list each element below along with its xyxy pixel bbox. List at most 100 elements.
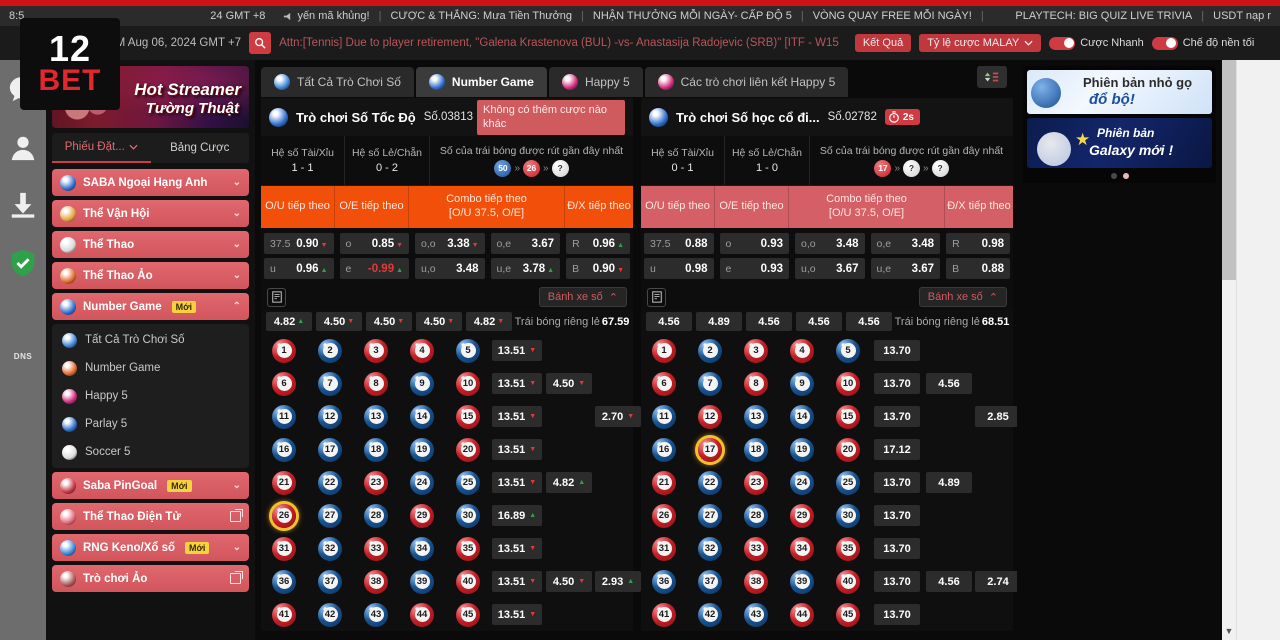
odds-cell[interactable]: o,o 3.38 ▼ (415, 233, 485, 254)
banner-galaxy-version[interactable]: ★ Phiên bản Galaxy mới ! (1027, 118, 1212, 168)
ball-cell[interactable]: 43 (733, 602, 779, 627)
ball-6[interactable]: 6 (272, 371, 296, 396)
odd-box[interactable]: 2.74 (975, 571, 1017, 592)
ball-cell[interactable]: 42 (687, 602, 733, 627)
odds-cell[interactable]: u,o 3.67 (795, 258, 865, 279)
ball-14[interactable]: 14 (410, 404, 434, 429)
ball-cell[interactable]: 45 (825, 602, 871, 627)
ball-cell[interactable]: 41 (261, 602, 307, 627)
odd-box[interactable]: 4.50 ▼ (546, 373, 592, 394)
ball-cell[interactable]: 10 (825, 371, 871, 396)
odds-type-dropdown[interactable]: Tỷ lệ cược MALAY (919, 34, 1042, 52)
ball-29[interactable]: 29 (410, 503, 434, 528)
ball-17[interactable]: 17 (698, 437, 722, 462)
row-odd-cell[interactable]: 13.70 (871, 499, 923, 532)
ball-cell[interactable]: 38 (353, 569, 399, 594)
odd-box[interactable]: 16.89 ▲ (491, 505, 543, 526)
ball-cell[interactable]: 26 (641, 503, 687, 528)
ball-35[interactable]: 35 (836, 536, 860, 561)
ball-2[interactable]: 2 (698, 338, 722, 363)
chevron-down-icon[interactable]: ⌄ (233, 270, 241, 281)
row-odd-cell[interactable]: 13.70 (871, 565, 923, 598)
ball-19[interactable]: 19 (410, 437, 434, 462)
avatar-icon[interactable] (0, 118, 46, 176)
sort-filter-icon[interactable] (977, 66, 1007, 88)
row-odd-cell[interactable]: 13.70 (871, 334, 923, 367)
col-odd-1[interactable]: 4.89 (696, 312, 742, 331)
sidebar-item2-2[interactable]: RNG Keno/Xổ số Mới ⌄ (52, 534, 249, 561)
ball-cell[interactable]: 15 (825, 404, 871, 429)
ball-cell[interactable]: 14 (399, 404, 445, 429)
dns-shield-icon[interactable] (0, 234, 46, 292)
ball-1[interactable]: 1 (272, 338, 296, 363)
odd-box[interactable]: 4.89 (926, 472, 972, 493)
ball-cell[interactable]: 39 (779, 569, 825, 594)
ball-cell[interactable]: 33 (353, 536, 399, 561)
ball-21[interactable]: 21 (272, 470, 296, 495)
row-odd-cell[interactable]: 2.74 (975, 565, 1017, 598)
odd-box[interactable]: 13.51 ▼ (491, 373, 543, 394)
tab-bet-slip[interactable]: Phiếu Đặt... (52, 133, 151, 163)
odd-box[interactable]: 13.70 (874, 472, 920, 493)
ball-cell[interactable]: 2 (307, 338, 353, 363)
ball-cell[interactable]: 12 (307, 404, 353, 429)
ball-20[interactable]: 20 (456, 437, 480, 462)
odds-cell[interactable]: 37.5 0.90 ▼ (264, 233, 334, 254)
ball-cell[interactable]: 20 (445, 437, 491, 462)
sidebar-item-0[interactable]: SABA Ngoại Hạng Anh ⌄ (52, 169, 249, 196)
row-odd-cell[interactable]: 13.70 (871, 367, 923, 400)
ball-31[interactable]: 31 (652, 536, 676, 561)
ball-cell[interactable]: 27 (307, 503, 353, 528)
ball-cell[interactable]: 8 (733, 371, 779, 396)
ball-30[interactable]: 30 (836, 503, 860, 528)
ball-26[interactable]: 26 (272, 503, 296, 528)
row-odd-cell[interactable]: 13.51 ▼ (491, 334, 543, 367)
ball-1[interactable]: 1 (652, 338, 676, 363)
ball-cell[interactable]: 6 (641, 371, 687, 396)
announcement-ticker[interactable]: Attn:[Tennis] Due to player retirement, … (279, 37, 839, 49)
tab-1[interactable]: Number Game (415, 67, 547, 97)
col-odd-0[interactable]: 4.56 (646, 312, 692, 331)
ball-12[interactable]: 12 (698, 404, 722, 429)
ball-3[interactable]: 3 (744, 338, 768, 363)
odd-box[interactable]: 4.56 (926, 373, 972, 394)
ball-cell[interactable]: 36 (641, 569, 687, 594)
ball-37[interactable]: 37 (318, 569, 342, 594)
ball-34[interactable]: 34 (790, 536, 814, 561)
topbar-item-2[interactable]: NHẬN THƯỞNG MỖI NGÀY- CẤP ĐỘ 5 (584, 10, 801, 22)
ball-19[interactable]: 19 (790, 437, 814, 462)
ball-43[interactable]: 43 (364, 602, 388, 627)
ball-41[interactable]: 41 (272, 602, 296, 627)
odds-cell[interactable]: o 0.85 ▼ (339, 233, 410, 254)
ball-22[interactable]: 22 (698, 470, 722, 495)
ball-15[interactable]: 15 (456, 404, 480, 429)
odd-box[interactable]: 13.70 (874, 340, 920, 361)
odds-cell[interactable]: u 0.96 ▲ (264, 258, 334, 279)
sidebar-item-2[interactable]: Thể Thao ⌄ (52, 231, 249, 258)
ball-cell[interactable]: 31 (261, 536, 307, 561)
row-odd-cell[interactable]: 17.12 (871, 433, 923, 466)
dark-mode-toggle[interactable]: Chế độ nền tối (1151, 36, 1254, 50)
ball-28[interactable]: 28 (744, 503, 768, 528)
odd-box[interactable]: 13.70 (874, 571, 920, 592)
tab-bet-list[interactable]: Bảng Cược (151, 133, 250, 163)
ball-24[interactable]: 24 (410, 470, 434, 495)
row-odd-cell[interactable]: 13.51 ▼ (491, 532, 543, 565)
ball-30[interactable]: 30 (456, 503, 480, 528)
ball-cell[interactable]: 40 (825, 569, 871, 594)
ball-20[interactable]: 20 (836, 437, 860, 462)
ball-25[interactable]: 25 (836, 470, 860, 495)
ball-cell[interactable]: 14 (779, 404, 825, 429)
odds-cell[interactable]: u 0.98 (644, 258, 714, 279)
carousel-dot-0[interactable] (1110, 173, 1117, 179)
sidebar-item-4[interactable]: Number Game Mới ⌃ (52, 293, 249, 320)
ball-cell[interactable]: 45 (445, 602, 491, 627)
row-odd-cell[interactable]: 2.85 (975, 400, 1017, 433)
col-odd-4[interactable]: 4.82 ▼ (466, 312, 512, 331)
ball-cell[interactable]: 34 (399, 536, 445, 561)
row-odd-cell[interactable]: 4.56 (923, 367, 975, 400)
search-icon[interactable] (249, 32, 272, 54)
ball-cell[interactable]: 24 (399, 470, 445, 495)
ball-cell[interactable]: 3 (733, 338, 779, 363)
odds-cell[interactable]: o 0.93 (719, 233, 790, 254)
